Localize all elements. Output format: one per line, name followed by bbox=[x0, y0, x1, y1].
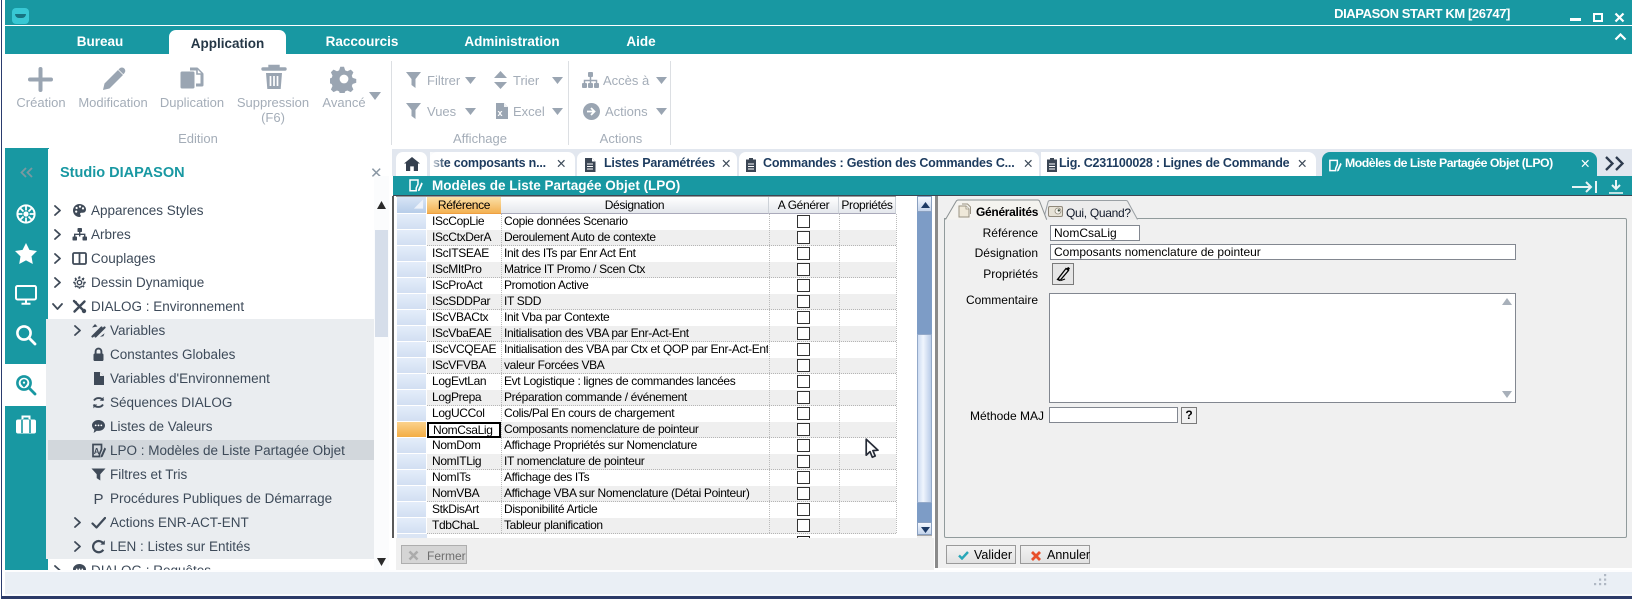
svg-text:A: A bbox=[94, 447, 100, 456]
svg-text:x: x bbox=[497, 108, 502, 118]
svg-text:P: P bbox=[93, 491, 103, 506]
